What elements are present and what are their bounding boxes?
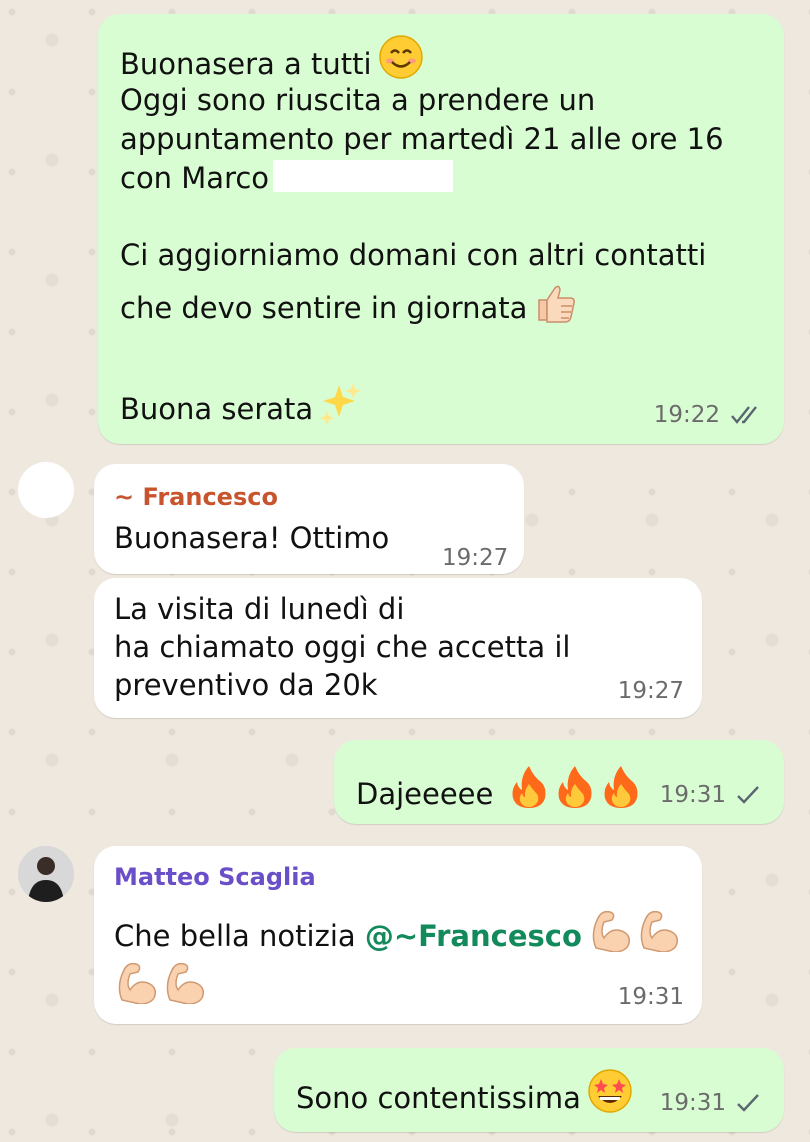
message-line: Dajeeeee [356, 764, 641, 819]
single-check-sent-icon [736, 1093, 760, 1113]
message-timestamp: 19:27 [617, 678, 684, 704]
flexed-biceps-emoji-icon [636, 908, 678, 961]
message-text: Sono contentissima [296, 1081, 581, 1115]
message-bubble-outgoing[interactable]: Sono contentissima 19:31 [274, 1048, 784, 1132]
message-text: con Marco [120, 161, 270, 195]
message-line: con Marco [120, 159, 454, 197]
message-line [114, 960, 205, 1013]
message-timestamp: 19:31 [659, 782, 726, 808]
message-text: che devo sentire in giornata [120, 291, 528, 325]
message-timestamp: 19:22 [653, 402, 720, 428]
message-timestamp: 19:27 [442, 545, 509, 571]
message-line: Oggi sono riuscita a prendere un [120, 83, 596, 117]
flexed-biceps-emoji-icon [162, 960, 205, 1013]
sender-name[interactable]: Matteo Scaglia [114, 858, 316, 896]
sender-name[interactable]: ~ Francesco [114, 478, 278, 516]
person-photo-icon [18, 846, 74, 902]
flexed-biceps-emoji-icon [588, 908, 630, 961]
fire-emoji-icon [555, 764, 595, 819]
message-bubble-outgoing[interactable]: Dajeeeee 19:31 [334, 740, 784, 824]
message-line: appuntamento per martedì 21 alle ore 16 [120, 122, 724, 156]
message-line: Sono contentissima [296, 1068, 633, 1123]
single-check-sent-icon [736, 785, 760, 805]
message-bubble-incoming[interactable]: Matteo Scaglia Che bella notizia @~Franc… [94, 846, 702, 1024]
message-line: Che bella notizia @~Francesco [114, 908, 678, 961]
message-line: La visita di lunedì di [114, 592, 405, 626]
message-bubble-outgoing[interactable]: Buonasera a tutti Oggi sono riuscita a p… [98, 14, 784, 444]
message-meta: 19:31 [660, 1084, 760, 1122]
message-line: Buona serata [120, 381, 363, 434]
sparkles-emoji-icon [319, 381, 363, 434]
message-bubble-incoming[interactable]: La visita di lunedì di ha chiamato oggi … [94, 578, 702, 718]
thumbs-up-emoji-icon [533, 282, 579, 333]
message-bubble-incoming[interactable]: ~ Francesco Buonasera! Ottimo 19:27 [94, 464, 524, 574]
message-meta: 19:22 [654, 396, 764, 434]
message-line: Ci aggiorniamo domani con altri contatti [120, 238, 707, 272]
message-text: Buonasera! Ottimo [114, 521, 390, 555]
message-line: preventivo da 20k [114, 668, 378, 702]
message-text: Buona serata [120, 392, 314, 426]
message-text: Che bella notizia [114, 919, 356, 953]
message-text: Buonasera a tutti [120, 47, 372, 81]
message-timestamp: 19:31 [617, 984, 684, 1010]
message-timestamp: 19:31 [659, 1090, 726, 1116]
message-line: che devo sentire in giornata [120, 282, 579, 333]
flexed-biceps-emoji-icon [114, 960, 157, 1013]
redacted-area [273, 160, 454, 192]
double-check-read-icon [730, 405, 764, 425]
avatar-francesco[interactable] [18, 462, 74, 518]
star-struck-emoji-icon [587, 1068, 633, 1123]
message-meta: 19:31 [660, 776, 760, 814]
avatar-matteo-scaglia[interactable] [18, 846, 74, 902]
message-line: ha chiamato oggi che accetta il [114, 630, 571, 664]
mention-link[interactable]: @~Francesco [365, 919, 582, 953]
message-text: Dajeeeee [356, 777, 494, 811]
fire-emoji-icon [601, 764, 641, 819]
fire-emoji-icon [509, 764, 549, 819]
